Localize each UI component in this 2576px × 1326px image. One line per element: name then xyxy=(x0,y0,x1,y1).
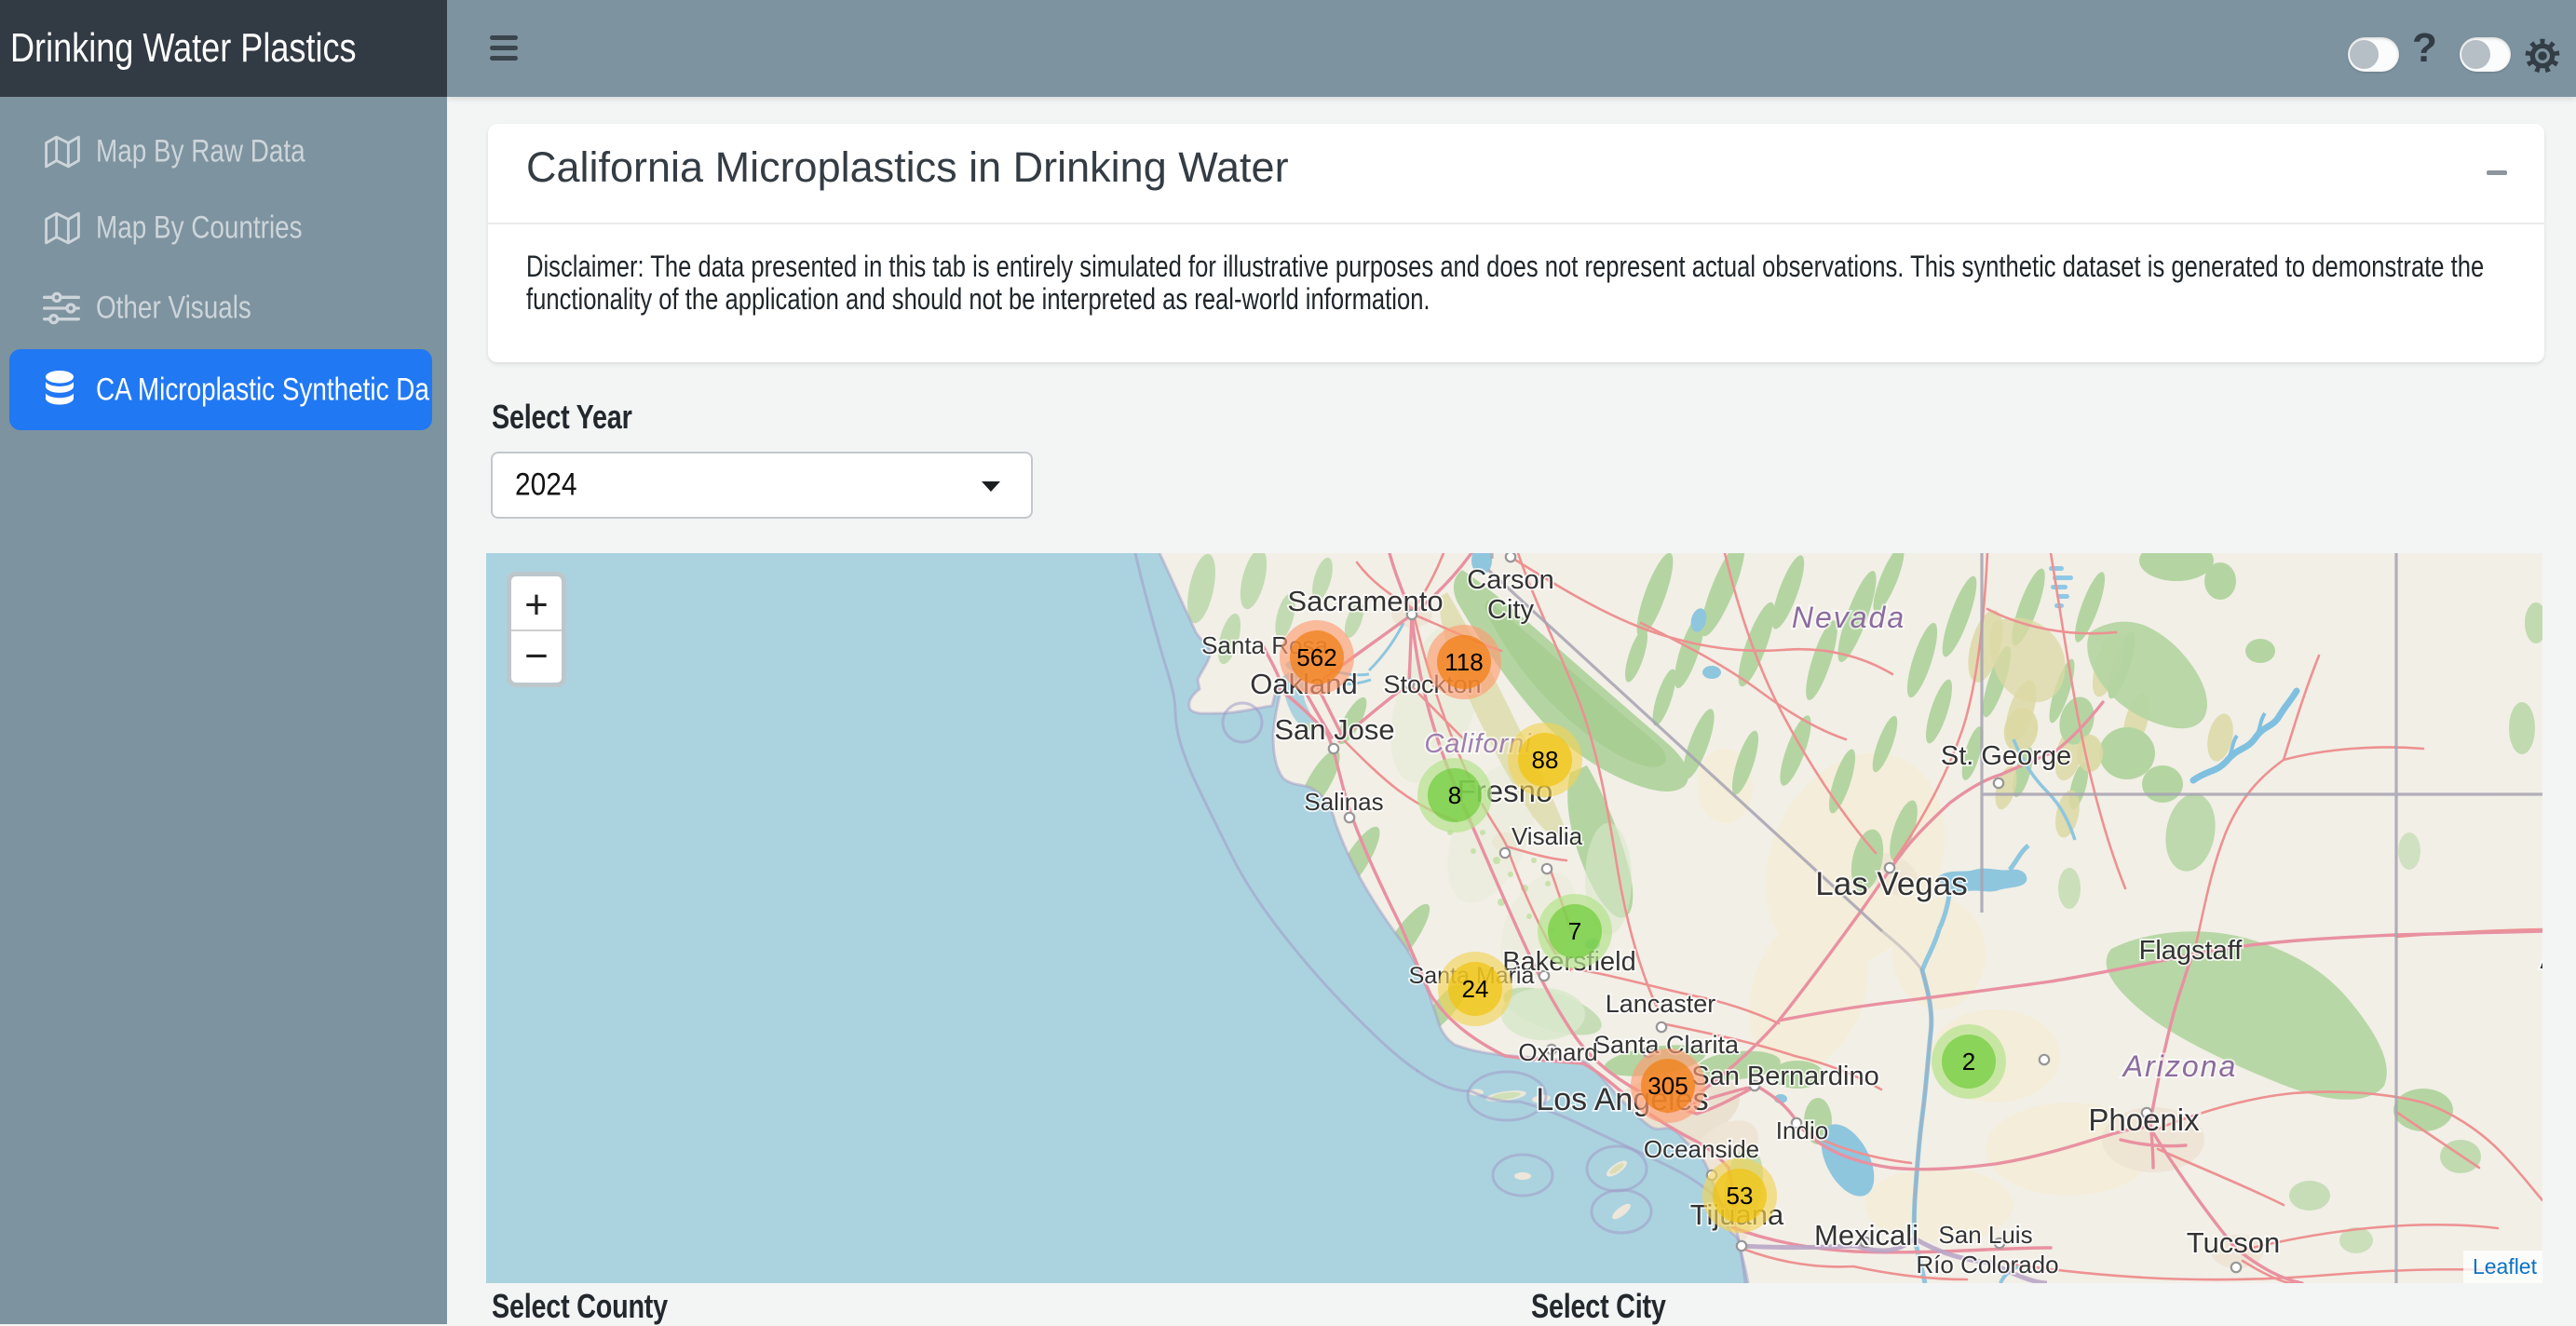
svg-text:Flagstaff: Flagstaff xyxy=(2139,936,2244,966)
svg-text:Río Colorado: Río Colorado xyxy=(1916,1251,2058,1279)
svg-text:Arizona: Arizona xyxy=(2122,1049,2238,1083)
svg-text:Salinas: Salinas xyxy=(1304,788,1383,816)
svg-text:Mexicali: Mexicali xyxy=(1814,1219,1918,1252)
svg-text:Indio: Indio xyxy=(1776,1116,1828,1144)
svg-text:Las Vegas: Las Vegas xyxy=(1815,866,1967,902)
svg-text:City: City xyxy=(1487,595,1534,625)
svg-text:Nevada: Nevada xyxy=(1792,601,1905,634)
svg-text:San Luis: San Luis xyxy=(1938,1221,2032,1249)
svg-text:Visalia: Visalia xyxy=(1512,822,1583,850)
svg-text:Lancaster: Lancaster xyxy=(1606,990,1716,1018)
svg-text:San Bernardino: San Bernardino xyxy=(1691,1062,1879,1091)
svg-text:San Jose: San Jose xyxy=(1274,713,1394,746)
svg-text:Carson: Carson xyxy=(1467,565,1554,595)
svg-text:St. George: St. George xyxy=(1941,741,2071,771)
svg-text:Oxnard: Oxnard xyxy=(1518,1038,1597,1066)
svg-text:A: A xyxy=(2540,945,2542,975)
svg-text:Sacramento: Sacramento xyxy=(1287,585,1443,617)
svg-text:Phoenix: Phoenix xyxy=(2088,1103,2200,1137)
svg-text:Tucson: Tucson xyxy=(2187,1226,2281,1259)
